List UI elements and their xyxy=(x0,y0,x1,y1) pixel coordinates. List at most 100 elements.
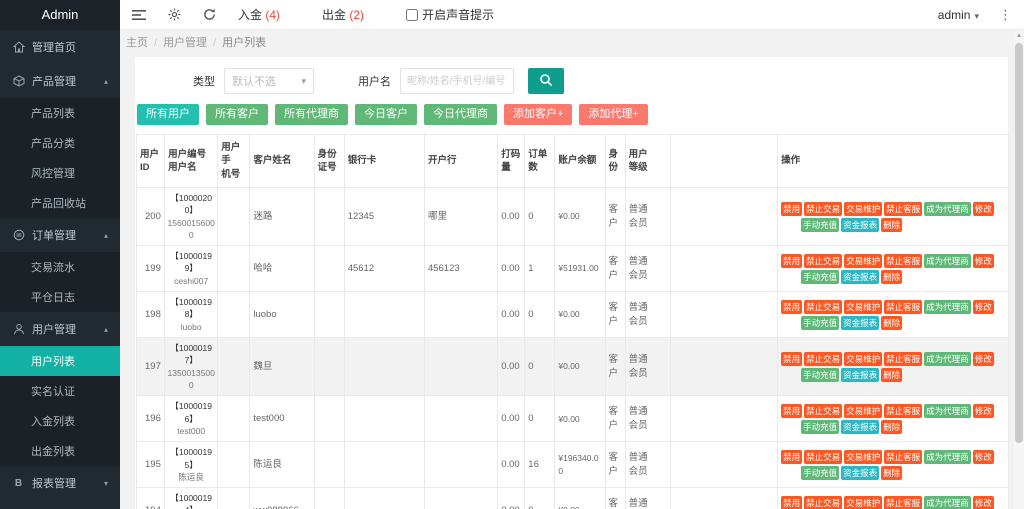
op-manual-recharge-button[interactable]: 手动充值 xyxy=(801,217,840,232)
sound-checkbox[interactable] xyxy=(406,8,419,21)
op-edit-button[interactable]: 修改 xyxy=(972,351,994,366)
op-disable-button[interactable]: 禁用 xyxy=(781,403,803,418)
op-forbid-trade-button[interactable]: 禁止交易 xyxy=(804,201,843,216)
gear-icon[interactable] xyxy=(168,8,181,21)
op-make-agent-button[interactable]: 成为代理商 xyxy=(924,351,971,366)
sound-toggle[interactable]: 开启声音提示 xyxy=(406,6,494,23)
user-menu[interactable]: admin ▾ xyxy=(938,8,979,22)
search-button[interactable] xyxy=(528,68,564,94)
op-forbid-service-button[interactable]: 禁止客服 xyxy=(884,253,923,268)
op-make-agent-button[interactable]: 成为代理商 xyxy=(924,299,971,314)
op-forbid-trade-button[interactable]: 禁止交易 xyxy=(804,299,843,314)
sidebar-subitem-product-recycle[interactable]: 产品回收站 xyxy=(0,188,120,218)
breadcrumb-home[interactable]: 主页 xyxy=(126,37,148,49)
sidebar-subitem-deposit-list[interactable]: 入金列表 xyxy=(0,406,120,436)
sidebar-subitem-risk-management[interactable]: 风控管理 xyxy=(0,158,120,188)
breadcrumb-section[interactable]: 用户管理 xyxy=(163,37,207,49)
op-forbid-trade-button[interactable]: 禁止交易 xyxy=(804,403,843,418)
add-agent-button[interactable]: 添加代理+ xyxy=(579,104,648,125)
op-trade-maintain-button[interactable]: 交易维护 xyxy=(844,495,883,509)
sidebar-subitem-real-name-auth[interactable]: 实名认证 xyxy=(0,376,120,406)
op-disable-button[interactable]: 禁用 xyxy=(781,299,803,314)
op-delete-button[interactable]: 删除 xyxy=(881,217,903,232)
op-edit-button[interactable]: 修改 xyxy=(972,253,994,268)
add-customer-button[interactable]: 添加客户+ xyxy=(504,104,573,125)
op-trade-maintain-button[interactable]: 交易维护 xyxy=(844,299,883,314)
sidebar-subitem-close-position-log[interactable]: 平仓日志 xyxy=(0,282,120,312)
menu-fold-icon[interactable] xyxy=(132,9,146,21)
refresh-icon[interactable] xyxy=(203,8,216,21)
op-delete-button[interactable]: 删除 xyxy=(881,269,903,284)
op-trade-maintain-button[interactable]: 交易维护 xyxy=(844,253,883,268)
op-forbid-trade-button[interactable]: 禁止交易 xyxy=(804,253,843,268)
sidebar-item-dashboard[interactable]: 管理首页 xyxy=(0,30,120,64)
withdraw-link[interactable]: 出金 (2) xyxy=(322,6,364,23)
op-forbid-trade-button[interactable]: 禁止交易 xyxy=(804,351,843,366)
sidebar-subitem-trade-flow[interactable]: 交易流水 xyxy=(0,252,120,282)
type-select[interactable]: 默认不选 ▾ xyxy=(224,68,314,94)
op-make-agent-button[interactable]: 成为代理商 xyxy=(924,253,971,268)
sidebar-item-order-management[interactable]: 订单管理 ▴ xyxy=(0,218,120,252)
op-fund-report-button[interactable]: 资金报表 xyxy=(841,419,880,434)
op-make-agent-button[interactable]: 成为代理商 xyxy=(924,201,971,216)
sidebar-subitem-user-list[interactable]: 用户列表 xyxy=(0,346,120,376)
op-edit-button[interactable]: 修改 xyxy=(972,449,994,464)
op-manual-recharge-button[interactable]: 手动充值 xyxy=(801,367,840,382)
op-make-agent-button[interactable]: 成为代理商 xyxy=(924,495,971,509)
op-edit-button[interactable]: 修改 xyxy=(972,299,994,314)
deposit-link[interactable]: 入金 (4) xyxy=(238,6,280,23)
op-disable-button[interactable]: 禁用 xyxy=(781,351,803,366)
sidebar-item-product-management[interactable]: 产品管理 ▴ xyxy=(0,64,120,98)
op-make-agent-button[interactable]: 成为代理商 xyxy=(924,403,971,418)
all-users-button[interactable]: 所有用户 xyxy=(137,104,199,125)
today-agents-button[interactable]: 今日代理商 xyxy=(424,104,497,125)
op-fund-report-button[interactable]: 资金报表 xyxy=(841,315,880,330)
scrollbar-thumb[interactable] xyxy=(1015,43,1023,443)
op-trade-maintain-button[interactable]: 交易维护 xyxy=(844,449,883,464)
op-fund-report-button[interactable]: 资金报表 xyxy=(841,367,880,382)
op-trade-maintain-button[interactable]: 交易维护 xyxy=(844,351,883,366)
op-delete-button[interactable]: 删除 xyxy=(881,315,903,330)
sidebar-subitem-withdraw-list[interactable]: 出金列表 xyxy=(0,436,120,466)
sidebar-item-user-management[interactable]: 用户管理 ▴ xyxy=(0,312,120,346)
today-customers-button[interactable]: 今日客户 xyxy=(355,104,417,125)
op-fund-report-button[interactable]: 资金报表 xyxy=(841,217,880,232)
op-disable-button[interactable]: 禁用 xyxy=(781,495,803,509)
all-agents-button[interactable]: 所有代理商 xyxy=(275,104,348,125)
op-delete-button[interactable]: 删除 xyxy=(881,465,903,480)
op-manual-recharge-button[interactable]: 手动充值 xyxy=(801,269,840,284)
op-forbid-service-button[interactable]: 禁止客服 xyxy=(884,351,923,366)
sidebar-item-report-management[interactable]: B 报表管理 ▾ xyxy=(0,466,120,500)
scrollbar[interactable]: ▴ xyxy=(1014,31,1024,509)
sidebar-subitem-product-list[interactable]: 产品列表 xyxy=(0,98,120,128)
op-edit-button[interactable]: 修改 xyxy=(972,201,994,216)
op-trade-maintain-button[interactable]: 交易维护 xyxy=(844,403,883,418)
scrollbar-up-icon[interactable]: ▴ xyxy=(1014,31,1024,41)
op-manual-recharge-button[interactable]: 手动充值 xyxy=(801,315,840,330)
more-vertical-icon[interactable]: ⋮ xyxy=(999,7,1012,23)
all-customers-button[interactable]: 所有客户 xyxy=(206,104,268,125)
op-trade-maintain-button[interactable]: 交易维护 xyxy=(844,201,883,216)
op-forbid-trade-button[interactable]: 禁止交易 xyxy=(804,449,843,464)
op-disable-button[interactable]: 禁用 xyxy=(781,253,803,268)
op-forbid-service-button[interactable]: 禁止客服 xyxy=(884,449,923,464)
sidebar-subitem-product-category[interactable]: 产品分类 xyxy=(0,128,120,158)
op-fund-report-button[interactable]: 资金报表 xyxy=(841,269,880,284)
op-forbid-service-button[interactable]: 禁止客服 xyxy=(884,299,923,314)
op-delete-button[interactable]: 删除 xyxy=(881,367,903,382)
op-edit-button[interactable]: 修改 xyxy=(972,403,994,418)
op-manual-recharge-button[interactable]: 手动充值 xyxy=(801,465,840,480)
op-make-agent-button[interactable]: 成为代理商 xyxy=(924,449,971,464)
op-disable-button[interactable]: 禁用 xyxy=(781,449,803,464)
op-manual-recharge-button[interactable]: 手动充值 xyxy=(801,419,840,434)
op-forbid-service-button[interactable]: 禁止客服 xyxy=(884,201,923,216)
username-input[interactable] xyxy=(400,68,514,94)
op-fund-report-button[interactable]: 资金报表 xyxy=(841,465,880,480)
op-forbid-service-button[interactable]: 禁止客服 xyxy=(884,495,923,509)
op-disable-button[interactable]: 禁用 xyxy=(781,201,803,216)
sidebar-item-system-management[interactable]: 系统管理▾ xyxy=(0,500,120,509)
op-forbid-service-button[interactable]: 禁止客服 xyxy=(884,403,923,418)
op-edit-button[interactable]: 修改 xyxy=(972,495,994,509)
op-forbid-trade-button[interactable]: 禁止交易 xyxy=(804,495,843,509)
op-delete-button[interactable]: 删除 xyxy=(881,419,903,434)
